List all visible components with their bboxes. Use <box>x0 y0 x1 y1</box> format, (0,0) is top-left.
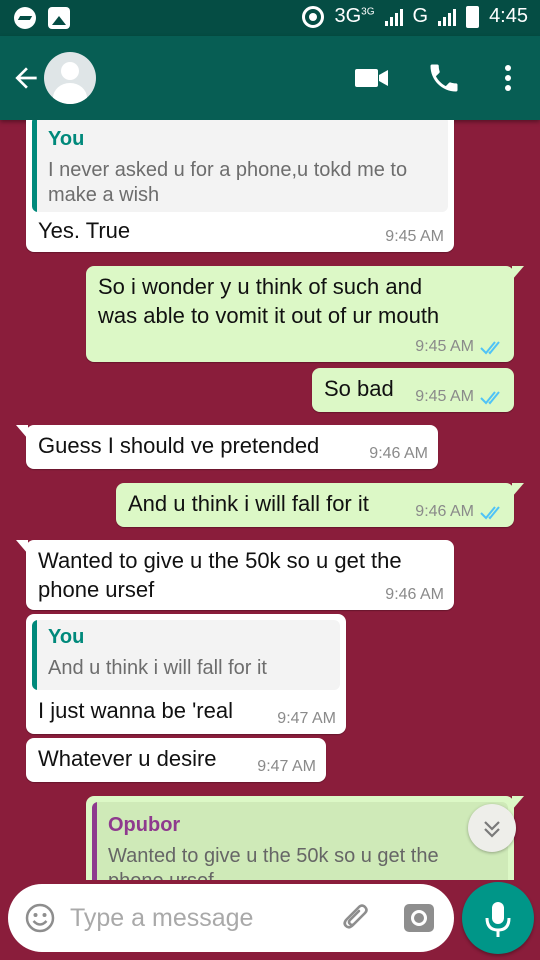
message-text: And u think i will fall for it <box>128 491 369 516</box>
mic-icon <box>485 902 511 937</box>
video-call-icon <box>355 69 388 87</box>
message-outgoing[interactable]: And u think i will fall for it 9:46 AM <box>116 483 524 527</box>
message-list[interactable]: You I never asked u for a phone,u tokd m… <box>0 120 540 880</box>
message-meta: 9:47 AM <box>257 758 316 776</box>
message-text: Guess I should ve pretended <box>38 433 320 458</box>
message-text: Wanted to give u the 50k so u get the pho… <box>38 546 402 604</box>
quote-author: Opubor <box>108 814 181 836</box>
message-meta: 9:45 AM <box>415 338 504 356</box>
mic-button[interactable] <box>462 882 534 954</box>
back-arrow-icon <box>15 67 37 89</box>
scroll-down-button[interactable] <box>468 804 516 852</box>
message-meta: 9:46 AM <box>385 586 444 604</box>
double-check-icon <box>480 506 500 520</box>
gallery-icon <box>48 7 70 29</box>
message-text-line-1: So i wonder y u think of such and <box>98 274 423 299</box>
quoted-message[interactable]: You And u think i will fall for it <box>32 620 340 690</box>
network-indicator: 3G3G <box>334 5 374 28</box>
message-text: I just wanna be 'real <box>38 698 233 723</box>
carrier-g: G <box>412 5 429 27</box>
quote-author: You <box>48 626 85 648</box>
phone-icon <box>430 64 458 92</box>
quote-author: You <box>48 128 85 150</box>
voice-call-button[interactable] <box>426 60 462 96</box>
back-button[interactable] <box>10 62 42 94</box>
avatar[interactable] <box>44 52 96 104</box>
network-type: 3G <box>334 5 362 27</box>
double-check-icon <box>480 391 500 405</box>
menu-button[interactable] <box>496 60 520 96</box>
message-time: 9:46 AM <box>415 503 474 520</box>
location-icon <box>302 5 325 28</box>
message-outgoing[interactable]: So i wonder y u think of such and was abl… <box>86 266 524 362</box>
camera-button[interactable] <box>402 901 436 935</box>
message-time: 9:46 AM <box>369 445 428 462</box>
composer <box>8 884 454 952</box>
message-time: 9:45 AM <box>415 388 474 405</box>
status-bar: 3G3G G 4:45 <box>0 0 540 36</box>
message-text: So bad <box>324 376 394 401</box>
paperclip-icon <box>343 904 368 929</box>
emoji-button[interactable] <box>24 902 56 934</box>
video-call-button[interactable] <box>354 64 390 92</box>
message-time: 9:46 AM <box>385 586 444 603</box>
emoji-icon <box>25 903 55 933</box>
message-input[interactable] <box>70 901 330 935</box>
quote-text-line-1: I never asked u for a phone,u tokd me to <box>48 159 408 181</box>
network-type-sup: 3G <box>361 6 375 18</box>
quote-text-line-2: phone ursef <box>108 870 214 880</box>
message-incoming[interactable]: You I never asked u for a phone,u tokd m… <box>26 120 454 252</box>
camera-icon <box>404 904 434 932</box>
message-meta: 9:45 AM <box>385 228 444 246</box>
attach-button[interactable] <box>338 900 374 936</box>
messenger-icon <box>14 7 36 29</box>
message-time: 9:47 AM <box>277 710 336 727</box>
message-text-line-2: phone ursef <box>38 577 155 602</box>
message-text: Whatever u desire <box>38 746 217 771</box>
message-incoming[interactable]: Wanted to give u the 50k so u get the pho… <box>16 540 454 610</box>
message-incoming[interactable]: Whatever u desire 9:47 AM <box>26 738 326 782</box>
message-meta: 9:46 AM <box>415 503 504 521</box>
message-text-line-2: was able to vomit it out of ur mouth <box>98 303 440 328</box>
message-incoming[interactable]: You And u think i will fall for it I jus… <box>26 614 346 734</box>
signal-icon-2 <box>438 8 457 26</box>
message-outgoing[interactable]: So bad 9:45 AM <box>312 368 514 412</box>
quoted-message[interactable]: You I never asked u for a phone,u tokd m… <box>32 120 448 212</box>
message-time: 9:45 AM <box>415 338 474 355</box>
quote-text-line-1: And u think i will fall for it <box>48 657 267 679</box>
message-outgoing[interactable]: Opubor Wanted to give u the 50k so u get… <box>86 796 524 880</box>
battery-icon <box>466 5 480 28</box>
quote-text-line: I never asked u for a phone,u tokd me to… <box>48 158 407 208</box>
message-text-line-1: Wanted to give u the 50k so u get the <box>38 548 402 573</box>
message-text: So i wonder y u think of such and was abl… <box>98 272 439 330</box>
chat-header <box>0 36 540 120</box>
quote-text-line: Wanted to give u the 50k so u get the pho… <box>108 844 439 880</box>
status-time: 4:45 <box>489 5 528 27</box>
message-time: 9:47 AM <box>257 758 316 775</box>
chevron-down-icon <box>484 821 500 838</box>
signal-icon <box>384 8 403 26</box>
message-text: Yes. True <box>38 218 131 243</box>
message-meta: 9:46 AM <box>369 445 428 463</box>
double-check-icon <box>480 341 500 355</box>
message-time: 9:45 AM <box>385 228 444 245</box>
message-incoming[interactable]: Guess I should ve pretended 9:46 AM <box>16 425 438 469</box>
quote-text-line-1: Wanted to give u the 50k so u get the <box>108 845 439 867</box>
quote-text-line-2: make a wish <box>48 184 160 206</box>
more-vert-icon <box>505 65 511 91</box>
message-meta: 9:45 AM <box>415 388 504 406</box>
quoted-message[interactable]: Opubor Wanted to give u the 50k so u get… <box>92 802 508 880</box>
message-meta: 9:47 AM <box>277 710 336 728</box>
